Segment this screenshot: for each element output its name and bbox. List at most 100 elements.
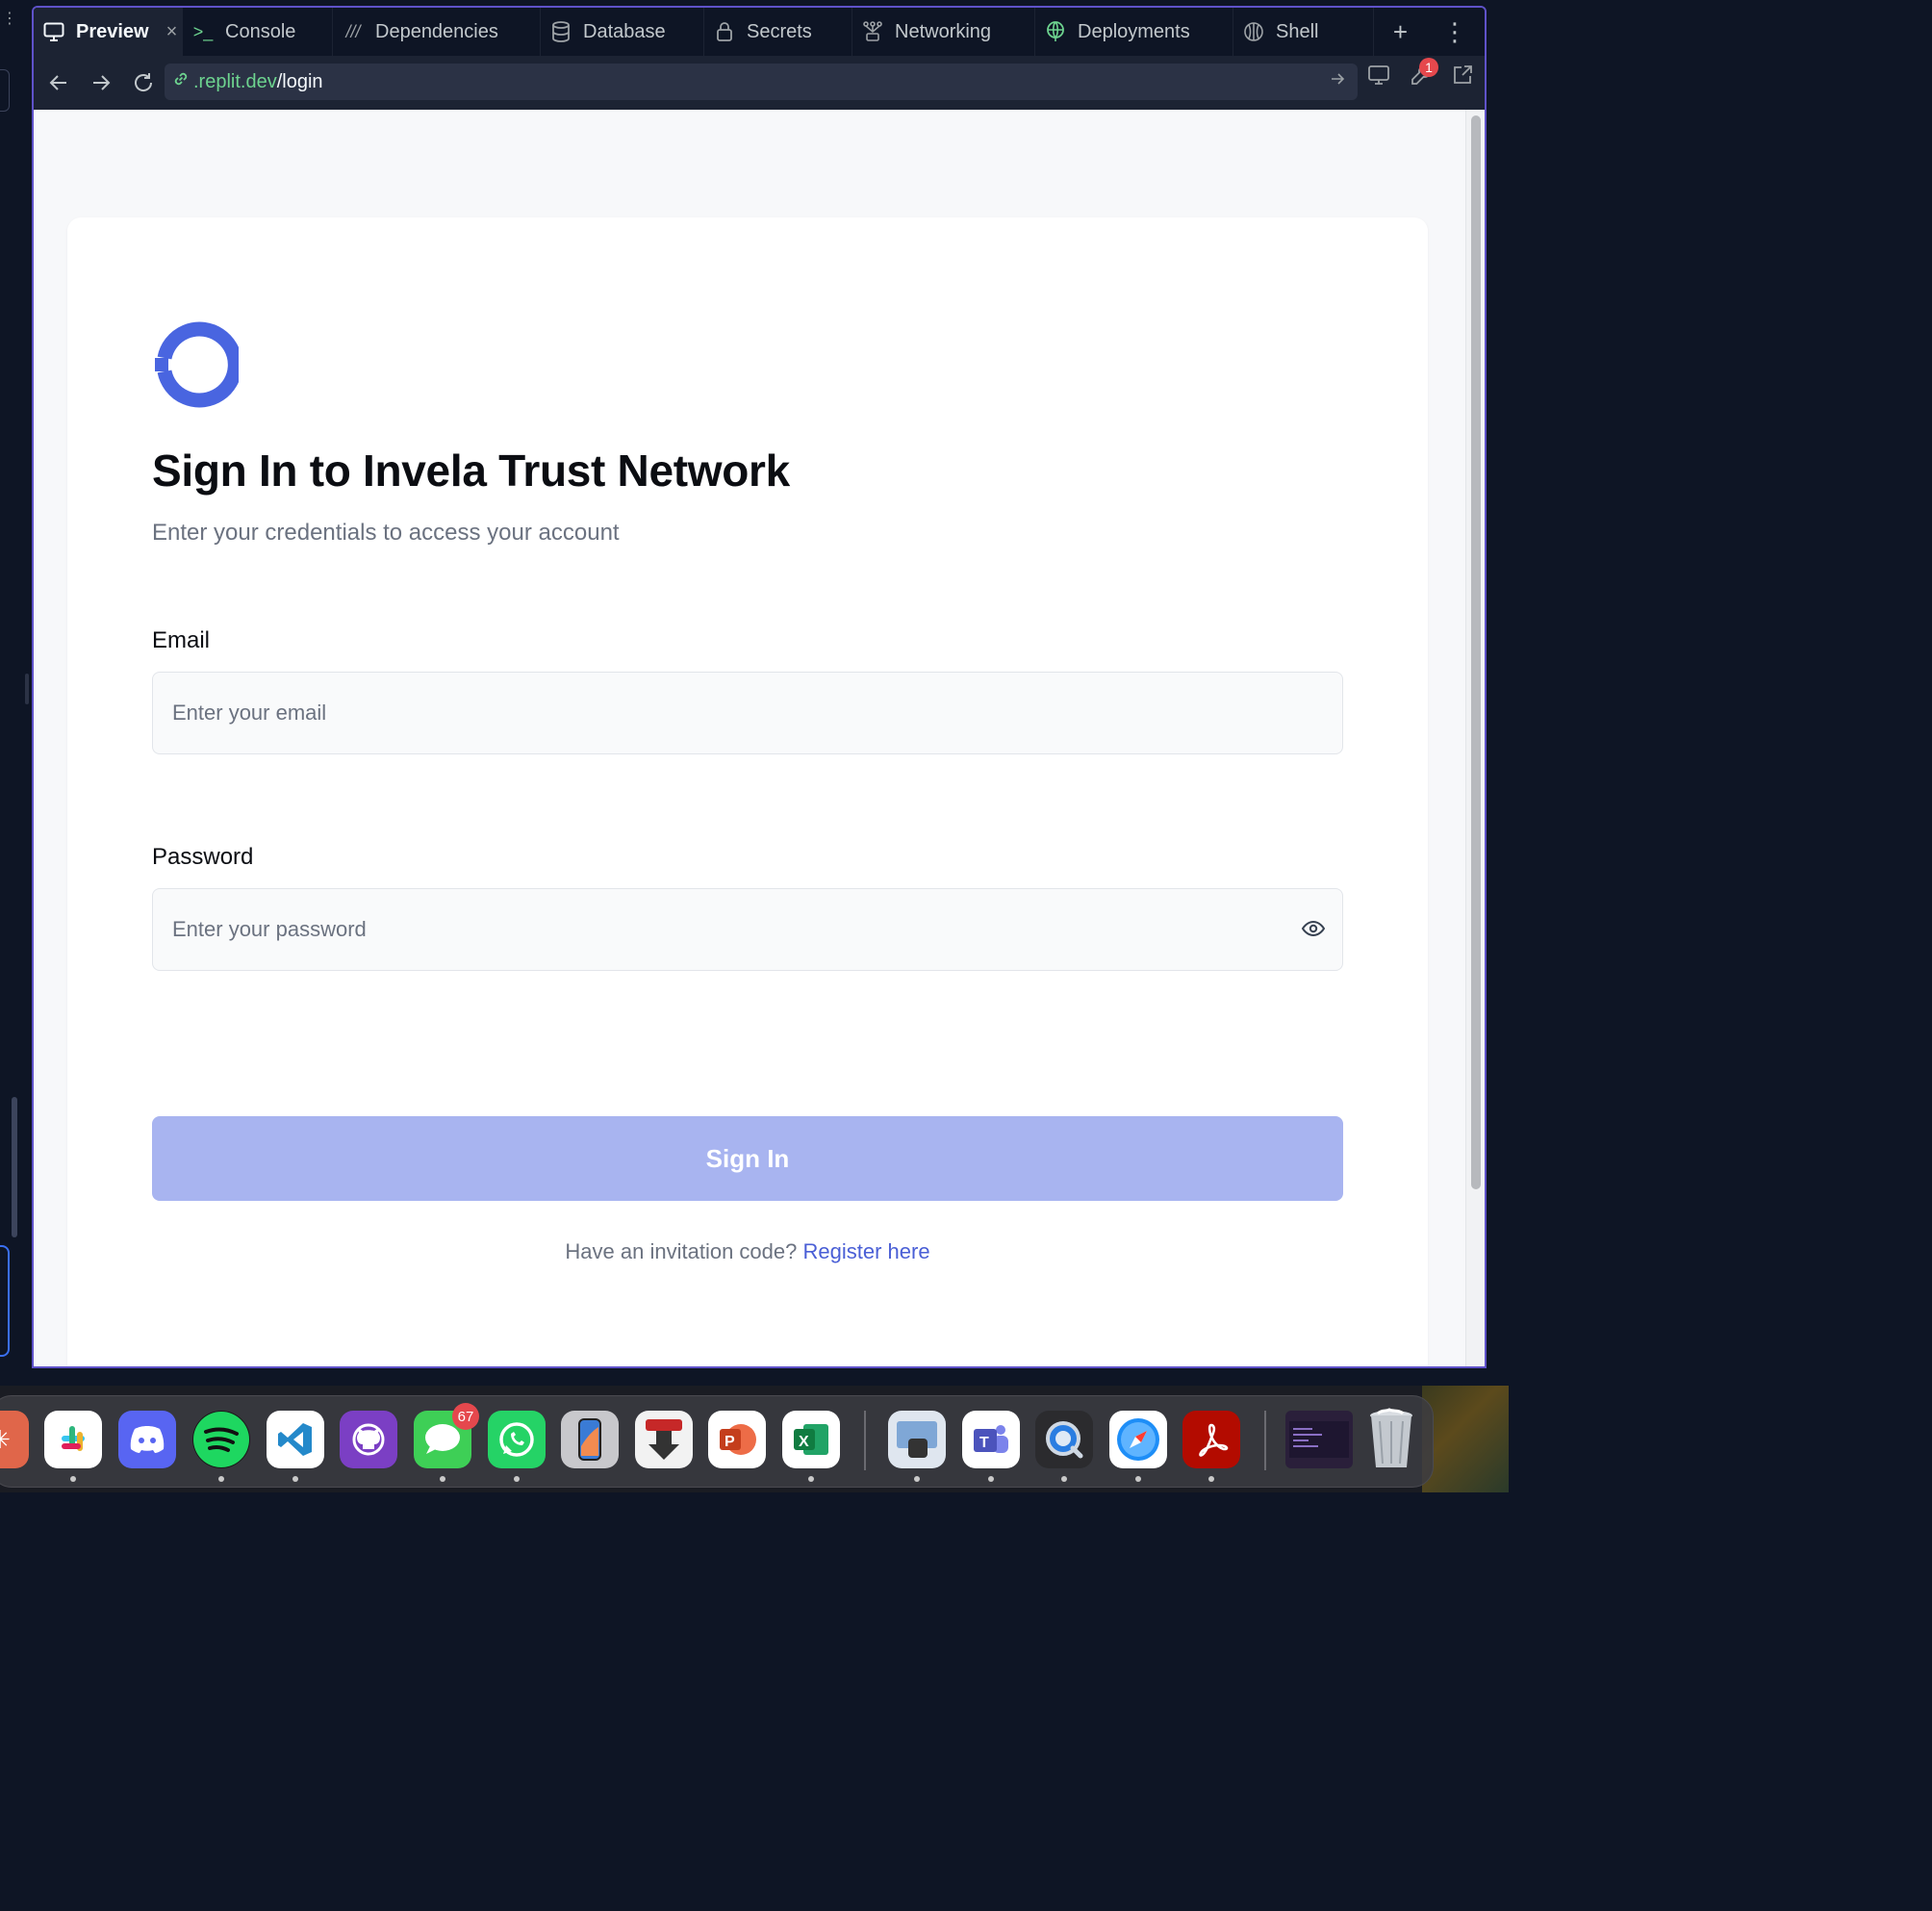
dock-app-claude[interactable]: ✳ <box>0 1411 29 1468</box>
tab-label: Shell <box>1276 20 1319 42</box>
forward-arrow-icon[interactable] <box>80 62 122 104</box>
invela-logo <box>155 321 239 408</box>
tab-label: Preview <box>76 20 149 42</box>
deploy-icon <box>1045 21 1066 42</box>
running-indicator <box>70 1476 76 1482</box>
tab-networking[interactable]: Networking <box>852 8 1035 56</box>
running-indicator <box>1135 1476 1141 1482</box>
url-path: /login <box>276 70 323 92</box>
dock-minimized-window[interactable] <box>1285 1411 1353 1468</box>
sign-in-button[interactable]: Sign In <box>152 1116 1343 1201</box>
devtools-badge: 1 <box>1419 58 1438 77</box>
device-preview-icon[interactable] <box>1367 64 1390 90</box>
tab-actions: + ⋮ <box>1393 17 1485 47</box>
running-indicator <box>1061 1476 1067 1482</box>
invitation-footer: Have an invitation code? Register here <box>67 1239 1428 1264</box>
dock-app-iphone-mirroring[interactable] <box>561 1411 619 1468</box>
dock-app-messages[interactable]: 67 <box>414 1403 479 1482</box>
reload-icon[interactable] <box>122 62 165 104</box>
dock-app-transmit[interactable] <box>635 1411 693 1468</box>
side-panel-selected-edge <box>0 1245 10 1357</box>
shell-icon <box>1243 21 1264 42</box>
url-actions: 1 <box>1367 58 1473 91</box>
link-icon <box>172 70 190 93</box>
add-tab-icon[interactable]: + <box>1393 17 1408 47</box>
terminal-icon: >_ <box>192 21 214 41</box>
close-icon[interactable]: × <box>166 21 178 43</box>
tab-label: Networking <box>895 20 992 42</box>
login-card: Sign In to Invela Trust Network Enter yo… <box>67 217 1428 1366</box>
dock-separator <box>864 1411 866 1470</box>
dependencies-icon: /// <box>345 21 361 41</box>
running-indicator <box>218 1476 224 1482</box>
preview-viewport: Sign In to Invela Trust Network Enter yo… <box>34 110 1485 1366</box>
running-indicator <box>914 1476 920 1482</box>
tab-label: Deployments <box>1078 20 1190 42</box>
page-subtitle: Enter your credentials to access your ac… <box>152 520 620 546</box>
page-title: Sign In to Invela Trust Network <box>152 446 790 496</box>
password-field[interactable] <box>152 888 1343 971</box>
monitor-icon <box>43 21 64 42</box>
scrollbar-thumb[interactable] <box>1471 115 1481 1189</box>
url-bar: .replit.dev/login 1 <box>34 56 1485 110</box>
dock-separator <box>1264 1411 1266 1470</box>
resize-handle[interactable] <box>25 674 29 704</box>
running-indicator <box>440 1476 445 1482</box>
tab-label: Secrets <box>747 20 812 42</box>
back-arrow-icon[interactable] <box>38 62 80 104</box>
side-panel-edge <box>0 69 10 112</box>
dock-app-safari[interactable] <box>1109 1411 1167 1482</box>
dock-app-vscode[interactable] <box>267 1411 324 1482</box>
open-new-tab-icon[interactable] <box>1452 64 1473 90</box>
dock-app-excel[interactable]: X <box>782 1411 840 1482</box>
more-icon[interactable]: ⋮ <box>2 12 17 27</box>
svg-text:P: P <box>724 1434 735 1450</box>
running-indicator <box>988 1476 994 1482</box>
dock-app-whatsapp[interactable] <box>488 1411 546 1482</box>
tab-database[interactable]: Database <box>541 8 704 56</box>
dock-app-preview[interactable] <box>888 1411 946 1482</box>
address-field[interactable]: .replit.dev/login <box>165 64 1358 100</box>
left-scrollbar[interactable] <box>12 1097 17 1237</box>
invitation-text: Have an invitation code? <box>565 1239 803 1263</box>
tab-label: Console <box>225 20 296 42</box>
register-link[interactable]: Register here <box>802 1239 929 1263</box>
database-icon <box>550 21 572 42</box>
tab-secrets[interactable]: Secrets <box>704 8 852 56</box>
messages-badge: 67 <box>452 1403 479 1430</box>
lock-icon <box>714 21 735 42</box>
network-icon <box>862 21 883 42</box>
ide-left-strip: ⋮ <box>0 0 33 1386</box>
go-arrow-icon[interactable] <box>1331 70 1346 92</box>
email-label: Email <box>152 627 211 653</box>
eye-icon[interactable] <box>1301 916 1326 941</box>
tab-deployments[interactable]: Deployments <box>1035 8 1233 56</box>
preview-scrollbar[interactable] <box>1465 110 1485 1366</box>
running-indicator <box>1208 1476 1214 1482</box>
running-indicator <box>292 1476 298 1482</box>
svg-text:T: T <box>979 1435 989 1451</box>
email-field[interactable] <box>152 672 1343 754</box>
dock-app-discord[interactable] <box>118 1411 176 1468</box>
dock-app-acrobat[interactable] <box>1182 1411 1240 1482</box>
wallpaper-corner <box>1422 1386 1509 1492</box>
tab-label: Dependencies <box>375 20 498 42</box>
running-indicator <box>514 1476 520 1482</box>
dock-app-slack[interactable] <box>44 1411 102 1482</box>
dock-app-teams[interactable]: T <box>962 1411 1020 1482</box>
password-label: Password <box>152 844 254 870</box>
dock-app-github-desktop[interactable] <box>340 1411 397 1468</box>
dock-app-quicktime[interactable] <box>1035 1411 1093 1482</box>
screen: ⋮ Preview × >_ Console /// Dependencies <box>0 0 1509 1492</box>
more-options-icon[interactable]: ⋮ <box>1442 17 1467 47</box>
dock-app-powerpoint[interactable]: P <box>708 1411 766 1468</box>
dock-app-trash[interactable] <box>1362 1408 1420 1468</box>
tab-dependencies[interactable]: /// Dependencies <box>333 8 541 56</box>
tab-preview[interactable]: Preview × <box>34 8 183 56</box>
tab-shell[interactable]: Shell <box>1233 8 1374 56</box>
dock-app-spotify[interactable] <box>192 1411 250 1482</box>
running-indicator <box>808 1476 814 1482</box>
svg-text:X: X <box>799 1434 809 1450</box>
devtools-wrench-icon[interactable]: 1 <box>1410 58 1438 91</box>
tab-console[interactable]: >_ Console <box>183 8 333 56</box>
